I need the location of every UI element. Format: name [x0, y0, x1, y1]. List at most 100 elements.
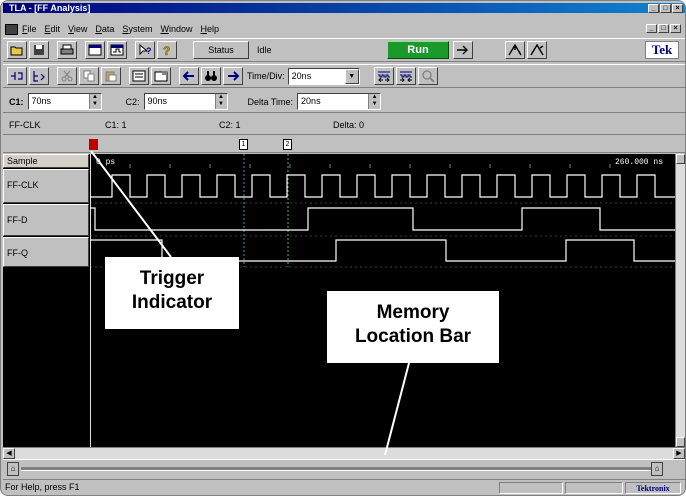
run-button[interactable]: Run: [387, 41, 449, 59]
paste-icon[interactable]: [101, 67, 121, 85]
trigger-callout-line2: Indicator: [131, 292, 213, 313]
data-window-icon[interactable]: [129, 67, 149, 85]
help-icon[interactable]: ?: [157, 41, 177, 59]
open-folder-icon[interactable]: [7, 41, 27, 59]
signal-label-ff-q[interactable]: FF-Q: [3, 237, 89, 267]
timediv-label: Time/Div:: [247, 71, 285, 81]
cursor-readout: FF-CLK C1: 1 C2: 1 Delta: 0: [3, 115, 685, 135]
status-bar: For Help, press F1 Tektronix: [3, 479, 685, 495]
ff-d-trace: [90, 207, 675, 231]
save-icon[interactable]: [29, 41, 49, 59]
c2-spinner-icon[interactable]: ▲ ▼: [214, 94, 227, 109]
magnifier-icon[interactable]: [417, 67, 438, 85]
chevron-down-icon[interactable]: ▼: [344, 68, 359, 84]
scroll-up-icon[interactable]: [676, 154, 685, 164]
menu-system[interactable]: System: [122, 24, 152, 34]
waveform-toolbar: Time/Div: 20ns ▼: [3, 64, 685, 88]
memory-location-callout: Memory Location Bar: [327, 291, 499, 363]
menu-view[interactable]: View: [68, 24, 87, 34]
binoculars-icon[interactable]: [201, 67, 221, 85]
memory-end-icon[interactable]: ⌂: [651, 462, 663, 476]
next-arrow-icon[interactable]: [223, 67, 243, 85]
trigger-indicator-callout: Trigger Indicator: [105, 257, 239, 329]
menu-file[interactable]: File: [22, 24, 37, 34]
probe-icon[interactable]: [505, 41, 525, 59]
status-button[interactable]: Status: [193, 41, 249, 59]
timediv-select[interactable]: 20ns ▼: [287, 67, 360, 85]
c1-label: C1:: [9, 96, 24, 107]
cursor2-marker[interactable]: 2: [283, 139, 292, 150]
tektronix-logo: Tektronix: [625, 482, 681, 494]
child-close-button[interactable]: ×: [670, 24, 681, 33]
close-button[interactable]: ×: [672, 4, 683, 13]
readout-c1: C1: 1: [105, 120, 127, 130]
minimize-button[interactable]: _: [648, 4, 659, 13]
child-minimize-button[interactable]: _: [646, 24, 657, 33]
app-icon[interactable]: [5, 23, 18, 35]
trigger-window-icon[interactable]: [107, 41, 127, 59]
properties-icon[interactable]: [151, 67, 171, 85]
memory-location-bar[interactable]: ⌂ ⌂: [3, 459, 685, 477]
zoom-out-icon[interactable]: [395, 67, 416, 85]
status-value: Idle: [257, 45, 272, 55]
signal-label-sample[interactable]: Sample: [3, 154, 89, 168]
scroll-left-icon[interactable]: ◀: [3, 448, 15, 459]
add-waveform-icon[interactable]: [7, 67, 27, 85]
previous-arrow-icon[interactable]: [179, 67, 199, 85]
cursor-controls: C1: 70ns ▲ ▼ C2: 90ns ▲ ▼ Delta Time: 20ns…: [3, 91, 685, 113]
scroll-right-icon[interactable]: ▶: [673, 448, 685, 459]
main-toolbar: ? ? Status Idle Run Tek: [3, 38, 685, 62]
signal-label-ff-d[interactable]: FF-D: [3, 204, 89, 236]
status-panel-2: [565, 482, 623, 494]
context-help-icon[interactable]: ?: [135, 41, 155, 59]
c2-input[interactable]: 90ns ▲ ▼: [143, 93, 228, 110]
probe-alt-icon[interactable]: [527, 41, 547, 59]
scroll-down-icon[interactable]: [676, 437, 685, 447]
memory-track[interactable]: [21, 467, 655, 471]
menu-bar: File Edit View Data System Window Help _…: [3, 22, 685, 36]
horizontal-scrollbar[interactable]: ◀ ▶: [3, 447, 685, 459]
window-title: TLA - [FF Analysis]: [9, 3, 91, 13]
cut-icon[interactable]: [57, 67, 77, 85]
copy-icon[interactable]: [79, 67, 99, 85]
delta-time-label: Delta Time:: [247, 96, 294, 107]
start-time: 0 ps: [96, 158, 115, 167]
print-icon[interactable]: [57, 41, 77, 59]
vertical-scrollbar[interactable]: [675, 154, 685, 447]
zoom-in-icon[interactable]: [373, 67, 394, 85]
ff-clk-trace: [90, 174, 675, 198]
menu-window[interactable]: Window: [160, 24, 192, 34]
c2-label: C2:: [125, 96, 140, 107]
signal-label-ff-clk[interactable]: FF-CLK: [3, 169, 89, 203]
add-group-icon[interactable]: [29, 67, 49, 85]
trigger-marker-icon[interactable]: [89, 139, 98, 150]
memory-callout-line2: Location Bar: [354, 326, 472, 347]
svg-text:?: ?: [163, 44, 170, 56]
arrow-right-icon[interactable]: [453, 41, 473, 59]
readout-delta: Delta: 0: [333, 120, 365, 130]
signal-label-column: Sample FF-CLK FF-D FF-Q: [3, 154, 89, 447]
delta-time-value: 20ns: [301, 96, 321, 106]
c2-value: 90ns: [147, 96, 168, 106]
readout-signal: FF-CLK: [9, 120, 41, 130]
menu-help[interactable]: Help: [200, 24, 219, 34]
c1-input[interactable]: 70ns ▲ ▼: [27, 93, 102, 110]
memory-start-icon[interactable]: ⌂: [7, 462, 19, 476]
cursor1-marker[interactable]: 1: [239, 139, 248, 150]
c1-value: 70ns: [31, 96, 52, 106]
trigger-callout-line1: Trigger: [139, 268, 205, 289]
maximize-button[interactable]: □: [660, 4, 671, 13]
timediv-value: 20ns: [291, 70, 312, 81]
child-maximize-button[interactable]: □: [658, 24, 669, 33]
marker-strip: 1 2: [3, 137, 685, 153]
menu-edit[interactable]: Edit: [45, 24, 61, 34]
setup-window-icon[interactable]: [85, 41, 105, 59]
time-ticks: [129, 164, 611, 168]
delta-spinner-icon[interactable]: ▲ ▼: [368, 94, 381, 109]
title-bar: TLA - [FF Analysis] _ □ ×: [3, 3, 685, 13]
c1-spinner-icon[interactable]: ▲ ▼: [88, 94, 101, 109]
memory-callout-line1: Memory: [376, 302, 450, 323]
delta-time-input[interactable]: 20ns ▲ ▼: [297, 93, 382, 110]
status-panel-1: [499, 482, 563, 494]
menu-data[interactable]: Data: [95, 24, 114, 34]
